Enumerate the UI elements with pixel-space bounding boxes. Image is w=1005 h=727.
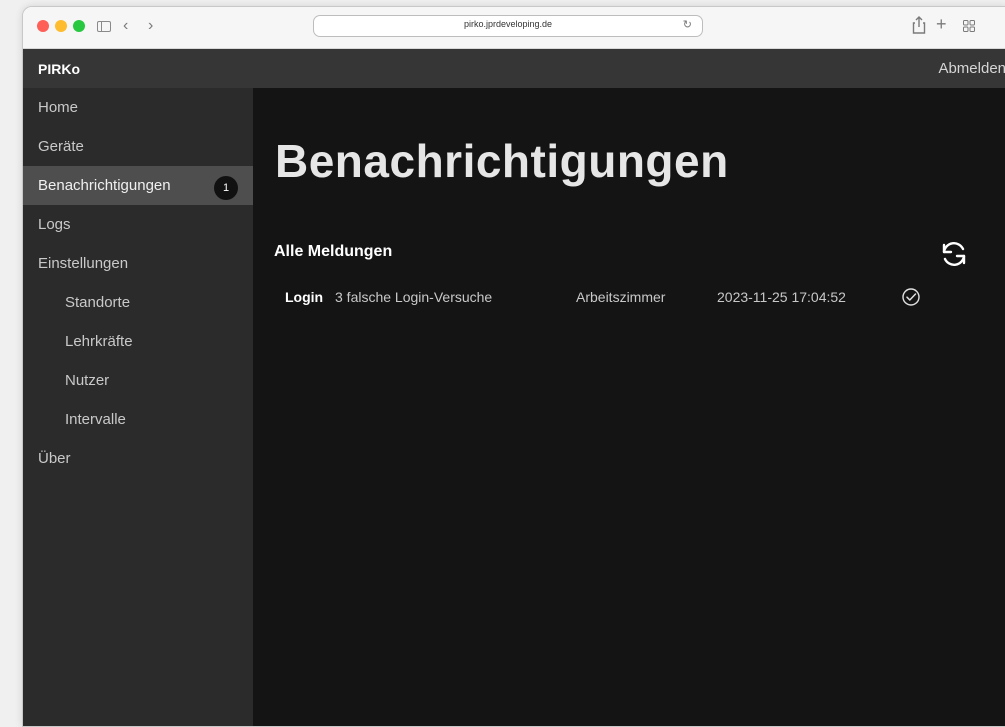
sidebar-item-label: Einstellungen <box>38 255 129 272</box>
close-window-button[interactable] <box>37 20 49 32</box>
sidebar-item-label: Geräte <box>38 138 84 155</box>
sidebar-item-label: Home <box>38 99 79 116</box>
brand-logo[interactable]: PIRKo <box>38 61 80 77</box>
refresh-icon[interactable] <box>938 238 970 270</box>
tabs-grid-icon[interactable] <box>963 18 975 38</box>
notification-type: Login <box>285 289 324 305</box>
app-header: PIRKo Abmelden <box>23 49 1005 88</box>
sidebar-item-lehrkraefte[interactable]: Lehrkräfte <box>23 322 253 361</box>
minimize-window-button[interactable] <box>55 20 67 32</box>
sidebar-item-label: Lehrkräfte <box>65 333 133 350</box>
chevron-right-icon[interactable]: › <box>148 16 153 36</box>
address-bar[interactable]: pirko.jprdeveloping.de ↻ <box>313 15 703 37</box>
sidebar-item-einstellungen[interactable]: Einstellungen <box>23 244 253 283</box>
sidebar-item-home[interactable]: Home <box>23 88 253 127</box>
sidebar-item-geraete[interactable]: Geräte <box>23 127 253 166</box>
sidebar-nav: Home Geräte Benachrichtigungen 1 Logs Ei… <box>23 88 253 726</box>
sidebar-item-label: Intervalle <box>65 411 126 428</box>
main-content: Benachrichtigungen Alle Meldungen Login … <box>253 88 1005 726</box>
sidebar-item-label: Logs <box>38 216 71 233</box>
browser-toolbar: ‹ › pirko.jprdeveloping.de ↻ + <box>23 7 1005 49</box>
notification-room: Arbeitszimmer <box>576 289 666 305</box>
browser-window: ‹ › pirko.jprdeveloping.de ↻ + PIRKo Abm… <box>22 6 1005 727</box>
zoom-window-button[interactable] <box>73 20 85 32</box>
sidebar-item-label: Benachrichtigungen <box>38 177 171 194</box>
share-icon[interactable] <box>912 16 926 40</box>
notification-row: Login 3 falsche Login-Versuche Arbeitszi… <box>285 287 1005 309</box>
sidebar-item-label: Nutzer <box>65 372 110 389</box>
sidebar-item-standorte[interactable]: Standorte <box>23 283 253 322</box>
logout-link[interactable]: Abmelden <box>938 60 1005 77</box>
notification-count-badge: 1 <box>214 176 238 200</box>
sidebar-item-benachrichtigungen[interactable]: Benachrichtigungen 1 <box>23 166 253 205</box>
sidebar-item-nutzer[interactable]: Nutzer <box>23 361 253 400</box>
notification-message: 3 falsche Login-Versuche <box>335 289 493 305</box>
sidebar-item-intervalle[interactable]: Intervalle <box>23 400 253 439</box>
notification-timestamp: 2023-11-25 17:04:52 <box>717 289 846 305</box>
sidebar-item-label: Standorte <box>65 294 131 311</box>
chevron-left-icon[interactable]: ‹ <box>123 16 128 36</box>
check-circle-icon[interactable] <box>901 287 921 307</box>
sidebar-item-logs[interactable]: Logs <box>23 205 253 244</box>
section-title: Alle Meldungen <box>274 243 393 260</box>
sidebar-item-label: Über <box>38 450 71 467</box>
sidebar-item-ueber[interactable]: Über <box>23 439 253 478</box>
sidebar-icon[interactable] <box>97 21 111 32</box>
page-title: Benachrichtigungen <box>275 135 729 187</box>
url-text: pirko.jprdeveloping.de <box>463 19 553 29</box>
reload-icon[interactable]: ↻ <box>683 18 692 31</box>
plus-icon[interactable]: + <box>936 14 947 34</box>
